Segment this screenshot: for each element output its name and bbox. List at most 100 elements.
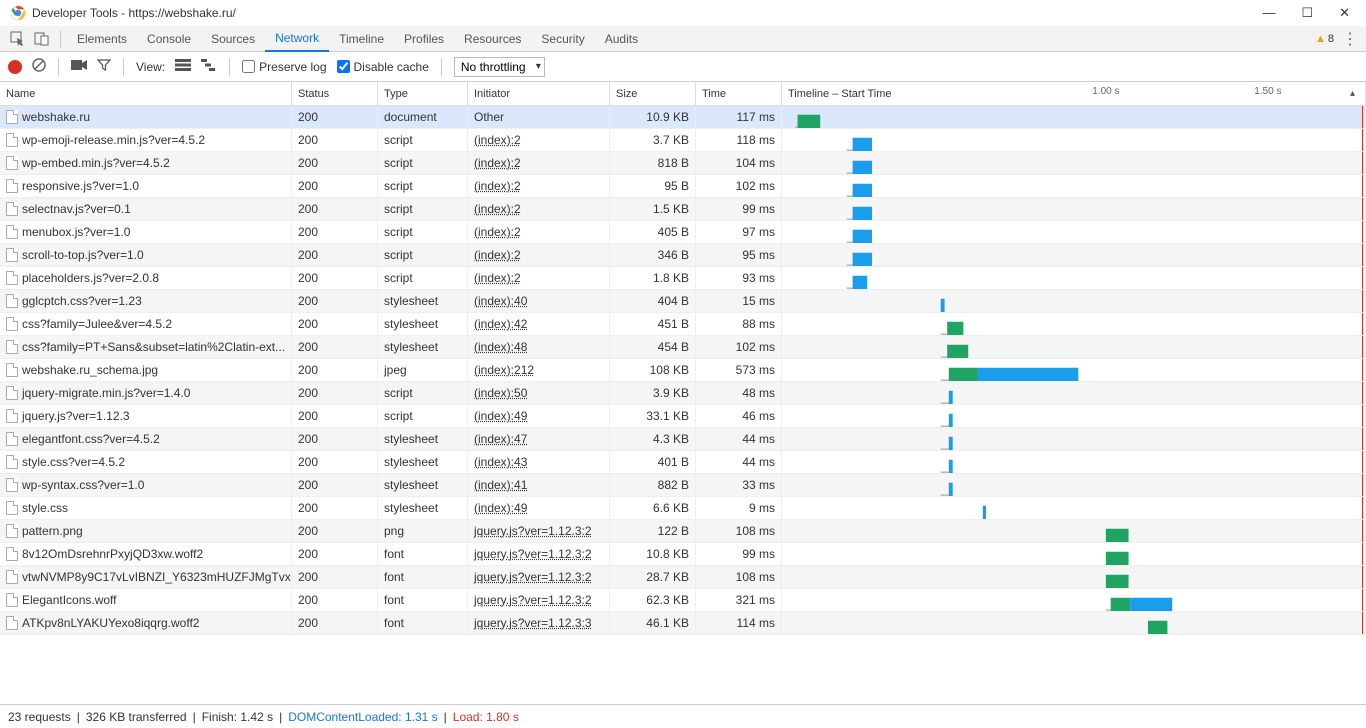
view-label: View: xyxy=(136,60,165,74)
table-row[interactable]: gglcptch.css?ver=1.23200stylesheet(index… xyxy=(0,290,1366,313)
waterfall-bar xyxy=(782,382,1366,404)
close-button[interactable]: ✕ xyxy=(1339,5,1350,21)
waterfall-bar xyxy=(782,497,1366,519)
initiator-link[interactable]: (index):2 xyxy=(474,133,521,147)
initiator-link[interactable]: (index):2 xyxy=(474,156,521,170)
clear-button[interactable] xyxy=(32,58,46,75)
initiator-link[interactable]: jquery.js?ver=1.12.3:2 xyxy=(474,524,592,538)
initiator-link[interactable]: (index):40 xyxy=(474,294,527,308)
initiator-link[interactable]: (index):41 xyxy=(474,478,527,492)
tab-profiles[interactable]: Profiles xyxy=(394,26,454,52)
file-icon xyxy=(6,340,18,354)
table-row[interactable]: style.css200stylesheet(index):496.6 KB9 … xyxy=(0,497,1366,520)
preserve-log-checkbox[interactable]: Preserve log xyxy=(242,60,326,74)
waterfall-bar xyxy=(782,428,1366,450)
statusbar: 23 requests| 326 KB transferred| Finish:… xyxy=(0,704,1366,728)
table-row[interactable]: jquery-migrate.min.js?ver=1.4.0200script… xyxy=(0,382,1366,405)
table-row[interactable]: wp-syntax.css?ver=1.0200stylesheet(index… xyxy=(0,474,1366,497)
status-requests: 23 requests xyxy=(8,710,71,724)
filter-icon[interactable] xyxy=(97,58,111,75)
table-row[interactable]: css?family=Julee&ver=4.5.2200stylesheet(… xyxy=(0,313,1366,336)
initiator-link[interactable]: jquery.js?ver=1.12.3:2 xyxy=(474,570,592,584)
initiator-link[interactable]: (index):47 xyxy=(474,432,527,446)
file-icon xyxy=(6,616,18,630)
initiator-link[interactable]: (index):50 xyxy=(474,386,527,400)
file-icon xyxy=(6,455,18,469)
table-row[interactable]: pattern.png200pngjquery.js?ver=1.12.3:21… xyxy=(0,520,1366,543)
col-time[interactable]: Time xyxy=(696,82,782,105)
table-row[interactable]: wp-embed.min.js?ver=4.5.2200script(index… xyxy=(0,152,1366,175)
table-row[interactable]: ElegantIcons.woff200fontjquery.js?ver=1.… xyxy=(0,589,1366,612)
initiator-link[interactable]: (index):42 xyxy=(474,317,527,331)
waterfall-bar xyxy=(782,589,1366,611)
tab-sources[interactable]: Sources xyxy=(201,26,265,52)
tab-console[interactable]: Console xyxy=(137,26,201,52)
initiator-link[interactable]: (index):49 xyxy=(474,501,527,515)
file-icon xyxy=(6,524,18,538)
initiator-link[interactable]: (index):2 xyxy=(474,271,521,285)
file-icon xyxy=(6,593,18,607)
table-row[interactable]: style.css?ver=4.5.2200stylesheet(index):… xyxy=(0,451,1366,474)
file-icon xyxy=(6,110,18,124)
initiator-link[interactable]: jquery.js?ver=1.12.3:3 xyxy=(474,616,592,630)
initiator-link[interactable]: (index):49 xyxy=(474,409,527,423)
waterfall-bar xyxy=(782,267,1366,289)
file-icon xyxy=(6,478,18,492)
waterfall-bar xyxy=(782,543,1366,565)
initiator-link[interactable]: (index):2 xyxy=(474,202,521,216)
table-row[interactable]: webshake.ru_schema.jpg200jpeg(index):212… xyxy=(0,359,1366,382)
tab-resources[interactable]: Resources xyxy=(454,26,531,52)
col-type[interactable]: Type xyxy=(378,82,468,105)
table-row[interactable]: css?family=PT+Sans&subset=latin%2Clatin-… xyxy=(0,336,1366,359)
file-icon xyxy=(6,363,18,377)
waterfall-view-icon[interactable] xyxy=(201,59,217,74)
col-initiator[interactable]: Initiator xyxy=(468,82,610,105)
table-row[interactable]: placeholders.js?ver=2.0.8200script(index… xyxy=(0,267,1366,290)
inspect-icon[interactable] xyxy=(6,27,30,51)
camera-icon[interactable] xyxy=(71,59,87,74)
tab-audits[interactable]: Audits xyxy=(595,26,648,52)
col-timeline[interactable]: Timeline – Start Time 1.00 s1.50 s ▴ xyxy=(782,82,1366,105)
col-status[interactable]: Status xyxy=(292,82,378,105)
table-row[interactable]: vtwNVMP8y9C17vLvIBNZI_Y6323mHUZFJMgTvx..… xyxy=(0,566,1366,589)
disable-cache-checkbox[interactable]: Disable cache xyxy=(337,60,429,74)
large-rows-icon[interactable] xyxy=(175,59,191,74)
device-toggle-icon[interactable] xyxy=(30,27,54,51)
table-row[interactable]: wp-emoji-release.min.js?ver=4.5.2200scri… xyxy=(0,129,1366,152)
initiator-link[interactable]: (index):2 xyxy=(474,225,521,239)
status-transferred: 326 KB transferred xyxy=(86,710,187,724)
table-row[interactable]: elegantfont.css?ver=4.5.2200stylesheet(i… xyxy=(0,428,1366,451)
throttling-select[interactable]: No throttling ▾ xyxy=(454,57,545,77)
warnings-badge[interactable]: ▲8 xyxy=(1315,33,1334,45)
table-row[interactable]: 8v12OmDsrehnrPxyjQD3xw.woff2200fontjquer… xyxy=(0,543,1366,566)
col-size[interactable]: Size xyxy=(610,82,696,105)
waterfall-bar xyxy=(782,566,1366,588)
initiator-link[interactable]: jquery.js?ver=1.12.3:2 xyxy=(474,593,592,607)
tab-security[interactable]: Security xyxy=(531,26,594,52)
waterfall-bar xyxy=(782,290,1366,312)
maximize-button[interactable]: ☐ xyxy=(1301,5,1313,21)
initiator-link[interactable]: (index):43 xyxy=(474,455,527,469)
col-name[interactable]: Name xyxy=(0,82,292,105)
table-row[interactable]: webshake.ru200documentOther10.9 KB117 ms xyxy=(0,106,1366,129)
minimize-button[interactable]: — xyxy=(1262,5,1275,21)
table-row[interactable]: responsive.js?ver=1.0200script(index):29… xyxy=(0,175,1366,198)
initiator-link[interactable]: (index):48 xyxy=(474,340,527,354)
tab-network[interactable]: Network xyxy=(265,26,329,52)
initiator-link[interactable]: (index):2 xyxy=(474,248,521,262)
tab-elements[interactable]: Elements xyxy=(67,26,137,52)
table-row[interactable]: selectnav.js?ver=0.1200script(index):21.… xyxy=(0,198,1366,221)
table-row[interactable]: menubox.js?ver=1.0200script(index):2405 … xyxy=(0,221,1366,244)
file-icon xyxy=(6,432,18,446)
file-icon xyxy=(6,271,18,285)
initiator-link[interactable]: (index):2 xyxy=(474,179,521,193)
record-button[interactable] xyxy=(8,60,22,74)
tab-timeline[interactable]: Timeline xyxy=(329,26,394,52)
table-row[interactable]: scroll-to-top.js?ver=1.0200script(index)… xyxy=(0,244,1366,267)
initiator-link[interactable]: jquery.js?ver=1.12.3:2 xyxy=(474,547,592,561)
table-row[interactable]: ATKpv8nLYAKUYexo8iqqrg.woff2200fontjquer… xyxy=(0,612,1366,635)
file-icon xyxy=(6,409,18,423)
more-icon[interactable]: ⋮ xyxy=(1342,29,1358,49)
table-row[interactable]: jquery.js?ver=1.12.3200script(index):493… xyxy=(0,405,1366,428)
initiator-link[interactable]: (index):212 xyxy=(474,363,534,377)
